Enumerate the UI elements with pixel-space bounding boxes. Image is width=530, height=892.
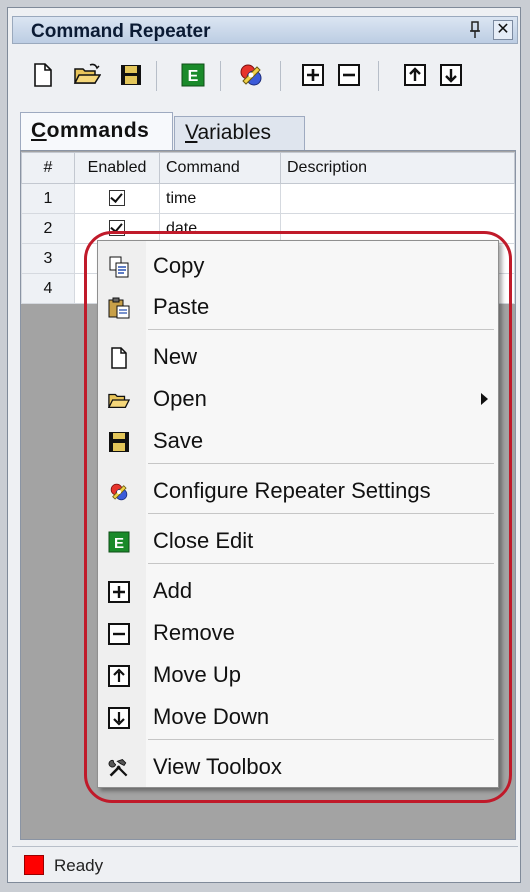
enabled-checkbox[interactable] <box>109 220 125 237</box>
menu-item-move-down[interactable]: Move Down <box>98 698 498 736</box>
pin-icon[interactable] <box>467 21 483 39</box>
menu-item-copy[interactable]: Copy <box>98 247 498 285</box>
open-folder-icon <box>108 389 130 411</box>
column-header-enabled[interactable]: Enabled <box>74 152 160 184</box>
add-icon[interactable] <box>298 58 328 92</box>
menu-separator <box>148 329 494 330</box>
table-row[interactable]: 1 time <box>21 183 515 214</box>
menu-item-save[interactable]: Save <box>98 422 498 460</box>
command-cell[interactable]: date <box>159 213 281 244</box>
close-edit-icon[interactable]: E <box>178 58 208 92</box>
copy-icon <box>108 256 130 278</box>
tab-commands[interactable]: Commands <box>20 112 173 150</box>
menu-item-view-toolbox[interactable]: View Toolbox <box>98 748 498 786</box>
tab-variables[interactable]: Variables <box>174 116 305 150</box>
table-row[interactable]: 2 date <box>21 213 515 244</box>
context-menu: Copy Paste New Open Save Configure Repea… <box>97 240 499 788</box>
close-icon[interactable]: ✕ <box>493 20 513 40</box>
status-indicator <box>24 855 44 875</box>
column-header-number[interactable]: # <box>21 152 75 184</box>
row-number: 2 <box>21 213 75 244</box>
save-icon <box>108 431 130 453</box>
svg-text:E: E <box>188 68 199 85</box>
menu-separator <box>148 513 494 514</box>
status-bar: Ready <box>12 846 518 881</box>
menu-item-open[interactable]: Open <box>98 380 498 418</box>
title-bar: Command Repeater ✕ <box>12 16 518 44</box>
enabled-cell[interactable] <box>74 213 160 244</box>
remove-icon <box>108 623 130 645</box>
row-number: 1 <box>21 183 75 214</box>
remove-icon[interactable] <box>334 58 364 92</box>
table-header-row: # Enabled Command Description <box>21 152 515 184</box>
column-header-description[interactable]: Description <box>280 152 515 184</box>
description-cell[interactable] <box>280 183 515 214</box>
svg-text:E: E <box>114 535 124 552</box>
submenu-arrow-icon <box>481 393 488 405</box>
toolbar-separator <box>280 61 281 91</box>
toolbar-separator <box>156 61 157 91</box>
paste-icon <box>108 297 130 319</box>
menu-item-close-edit[interactable]: E Close Edit <box>98 522 498 560</box>
new-file-icon <box>108 347 130 369</box>
toolbar: E <box>28 58 518 94</box>
column-header-command[interactable]: Command <box>159 152 281 184</box>
add-icon <box>108 581 130 603</box>
menu-item-add[interactable]: Add <box>98 572 498 610</box>
window-title: Command Repeater <box>31 21 211 42</box>
move-down-icon <box>108 707 130 729</box>
menu-item-remove[interactable]: Remove <box>98 614 498 652</box>
row-number: 4 <box>21 273 75 304</box>
move-up-icon <box>108 665 130 687</box>
row-number: 3 <box>21 243 75 274</box>
toolbar-separator <box>220 61 221 91</box>
status-text: Ready <box>54 856 104 875</box>
menu-item-configure-repeater-settings[interactable]: Configure Repeater Settings <box>98 472 498 510</box>
menu-item-new[interactable]: New <box>98 338 498 376</box>
move-down-icon[interactable] <box>436 58 466 92</box>
menu-separator <box>148 563 494 564</box>
open-folder-icon[interactable] <box>72 58 102 92</box>
menu-item-paste[interactable]: Paste <box>98 288 498 326</box>
save-icon[interactable] <box>116 58 146 92</box>
command-cell[interactable]: time <box>159 183 281 214</box>
enabled-checkbox[interactable] <box>109 190 125 207</box>
menu-separator <box>148 463 494 464</box>
settings-icon[interactable] <box>236 58 266 92</box>
enabled-cell[interactable] <box>74 183 160 214</box>
toolbox-icon <box>108 757 130 779</box>
menu-item-move-up[interactable]: Move Up <box>98 656 498 694</box>
new-file-icon[interactable] <box>28 58 58 92</box>
description-cell[interactable] <box>280 213 515 244</box>
settings-icon <box>108 481 130 503</box>
tab-strip: Commands Variables <box>20 112 516 150</box>
close-edit-icon: E <box>108 531 130 553</box>
move-up-icon[interactable] <box>400 58 430 92</box>
toolbar-separator <box>378 61 379 91</box>
menu-separator <box>148 739 494 740</box>
